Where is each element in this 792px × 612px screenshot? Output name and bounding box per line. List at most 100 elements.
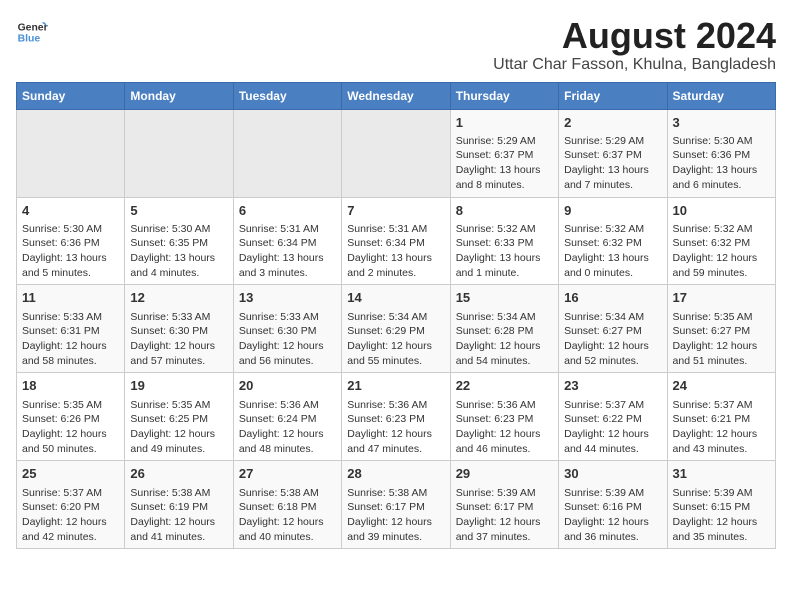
day-content: Sunrise: 5:33 AM Sunset: 6:30 PM Dayligh…	[130, 310, 227, 369]
day-number: 12	[130, 289, 227, 307]
calendar-day-cell: 21 Sunrise: 5:36 AM Sunset: 6:23 PM Dayli…	[342, 373, 450, 461]
day-content: Sunrise: 5:35 AM Sunset: 6:26 PM Dayligh…	[22, 398, 119, 457]
calendar-day-cell: 12 Sunrise: 5:33 AM Sunset: 6:30 PM Dayli…	[125, 285, 233, 373]
day-number: 31	[673, 465, 770, 483]
day-content: Sunrise: 5:31 AM Sunset: 6:34 PM Dayligh…	[239, 222, 336, 281]
day-number: 14	[347, 289, 444, 307]
calendar-day-cell: 13 Sunrise: 5:33 AM Sunset: 6:30 PM Dayli…	[233, 285, 341, 373]
day-number: 28	[347, 465, 444, 483]
calendar-week-row: 25Sunrise: 5:37 AM Sunset: 6:20 PM Dayli…	[17, 461, 776, 549]
day-content: Sunrise: 5:37 AM Sunset: 6:20 PM Dayligh…	[22, 486, 119, 545]
day-number: 9	[564, 202, 661, 220]
day-number: 15	[456, 289, 553, 307]
day-number: 22	[456, 377, 553, 395]
day-number: 3	[673, 114, 770, 132]
day-content: Sunrise: 5:32 AM Sunset: 6:32 PM Dayligh…	[673, 222, 770, 281]
calendar-day-cell: 26 Sunrise: 5:38 AM Sunset: 6:19 PM Dayli…	[125, 461, 233, 549]
calendar-day-cell: 22 Sunrise: 5:36 AM Sunset: 6:23 PM Dayli…	[450, 373, 558, 461]
day-content: Sunrise: 5:35 AM Sunset: 6:27 PM Dayligh…	[673, 310, 770, 369]
weekday-header-thursday: Thursday	[450, 82, 558, 109]
day-number: 26	[130, 465, 227, 483]
day-number: 19	[130, 377, 227, 395]
day-number: 1	[456, 114, 553, 132]
svg-text:General: General	[18, 22, 48, 33]
day-content: Sunrise: 5:37 AM Sunset: 6:22 PM Dayligh…	[564, 398, 661, 457]
day-content: Sunrise: 5:38 AM Sunset: 6:18 PM Dayligh…	[239, 486, 336, 545]
day-content: Sunrise: 5:36 AM Sunset: 6:23 PM Dayligh…	[347, 398, 444, 457]
day-content: Sunrise: 5:38 AM Sunset: 6:19 PM Dayligh…	[130, 486, 227, 545]
weekday-header-wednesday: Wednesday	[342, 82, 450, 109]
logo-icon: General Blue	[16, 16, 48, 48]
calendar-title: August 2024	[493, 16, 776, 56]
calendar-day-cell: 20Sunrise: 5:36 AM Sunset: 6:24 PM Dayli…	[233, 373, 341, 461]
calendar-day-cell: 1 Sunrise: 5:29 AM Sunset: 6:37 PM Daylig…	[450, 109, 558, 197]
calendar-day-cell: 4 Sunrise: 5:30 AM Sunset: 6:36 PM Daylig…	[17, 197, 125, 285]
day-number: 24	[673, 377, 770, 395]
calendar-day-cell: 14 Sunrise: 5:34 AM Sunset: 6:29 PM Dayli…	[342, 285, 450, 373]
weekday-header-tuesday: Tuesday	[233, 82, 341, 109]
calendar-day-cell: 5Sunrise: 5:30 AM Sunset: 6:35 PM Daylig…	[125, 197, 233, 285]
calendar-day-cell: 24 Sunrise: 5:37 AM Sunset: 6:21 PM Dayli…	[667, 373, 775, 461]
day-number: 18	[22, 377, 119, 395]
day-content: Sunrise: 5:30 AM Sunset: 6:36 PM Dayligh…	[22, 222, 119, 281]
calendar-day-cell: 23 Sunrise: 5:37 AM Sunset: 6:22 PM Dayli…	[559, 373, 667, 461]
day-number: 4	[22, 202, 119, 220]
calendar-week-row: 18 Sunrise: 5:35 AM Sunset: 6:26 PM Dayli…	[17, 373, 776, 461]
day-content: Sunrise: 5:35 AM Sunset: 6:25 PM Dayligh…	[130, 398, 227, 457]
day-content: Sunrise: 5:39 AM Sunset: 6:17 PM Dayligh…	[456, 486, 553, 545]
calendar-day-cell: 18 Sunrise: 5:35 AM Sunset: 6:26 PM Dayli…	[17, 373, 125, 461]
calendar-week-row: 1 Sunrise: 5:29 AM Sunset: 6:37 PM Daylig…	[17, 109, 776, 197]
weekday-header-row: SundayMondayTuesdayWednesdayThursdayFrid…	[17, 82, 776, 109]
day-number: 21	[347, 377, 444, 395]
empty-day-cell	[125, 109, 233, 197]
day-content: Sunrise: 5:32 AM Sunset: 6:32 PM Dayligh…	[564, 222, 661, 281]
calendar-day-cell: 11 Sunrise: 5:33 AM Sunset: 6:31 PM Dayli…	[17, 285, 125, 373]
calendar-day-cell: 9 Sunrise: 5:32 AM Sunset: 6:32 PM Daylig…	[559, 197, 667, 285]
calendar-day-cell: 6Sunrise: 5:31 AM Sunset: 6:34 PM Daylig…	[233, 197, 341, 285]
calendar-day-cell: 10 Sunrise: 5:32 AM Sunset: 6:32 PM Dayli…	[667, 197, 775, 285]
day-content: Sunrise: 5:34 AM Sunset: 6:28 PM Dayligh…	[456, 310, 553, 369]
day-number: 29	[456, 465, 553, 483]
calendar-day-cell: 31 Sunrise: 5:39 AM Sunset: 6:15 PM Dayli…	[667, 461, 775, 549]
day-content: Sunrise: 5:36 AM Sunset: 6:23 PM Dayligh…	[456, 398, 553, 457]
day-number: 10	[673, 202, 770, 220]
weekday-header-friday: Friday	[559, 82, 667, 109]
weekday-header-monday: Monday	[125, 82, 233, 109]
day-number: 27	[239, 465, 336, 483]
calendar-day-cell: 27 Sunrise: 5:38 AM Sunset: 6:18 PM Dayli…	[233, 461, 341, 549]
calendar-day-cell: 2Sunrise: 5:29 AM Sunset: 6:37 PM Daylig…	[559, 109, 667, 197]
day-number: 23	[564, 377, 661, 395]
calendar-day-cell: 16Sunrise: 5:34 AM Sunset: 6:27 PM Dayli…	[559, 285, 667, 373]
day-number: 17	[673, 289, 770, 307]
day-number: 7	[347, 202, 444, 220]
day-content: Sunrise: 5:34 AM Sunset: 6:29 PM Dayligh…	[347, 310, 444, 369]
day-content: Sunrise: 5:29 AM Sunset: 6:37 PM Dayligh…	[456, 134, 553, 193]
calendar-subtitle: Uttar Char Fasson, Khulna, Bangladesh	[493, 56, 776, 74]
day-number: 11	[22, 289, 119, 307]
title-block: August 2024 Uttar Char Fasson, Khulna, B…	[493, 16, 776, 74]
empty-day-cell	[342, 109, 450, 197]
calendar-day-cell: 29 Sunrise: 5:39 AM Sunset: 6:17 PM Dayli…	[450, 461, 558, 549]
day-content: Sunrise: 5:33 AM Sunset: 6:31 PM Dayligh…	[22, 310, 119, 369]
calendar-table: SundayMondayTuesdayWednesdayThursdayFrid…	[16, 82, 776, 550]
day-content: Sunrise: 5:31 AM Sunset: 6:34 PM Dayligh…	[347, 222, 444, 281]
day-content: Sunrise: 5:32 AM Sunset: 6:33 PM Dayligh…	[456, 222, 553, 281]
svg-text:Blue: Blue	[18, 34, 41, 45]
day-content: Sunrise: 5:30 AM Sunset: 6:36 PM Dayligh…	[673, 134, 770, 193]
calendar-day-cell: 28Sunrise: 5:38 AM Sunset: 6:17 PM Dayli…	[342, 461, 450, 549]
day-content: Sunrise: 5:29 AM Sunset: 6:37 PM Dayligh…	[564, 134, 661, 193]
day-content: Sunrise: 5:33 AM Sunset: 6:30 PM Dayligh…	[239, 310, 336, 369]
calendar-day-cell: 3 Sunrise: 5:30 AM Sunset: 6:36 PM Daylig…	[667, 109, 775, 197]
weekday-header-saturday: Saturday	[667, 82, 775, 109]
empty-day-cell	[17, 109, 125, 197]
logo: General Blue	[16, 16, 48, 48]
calendar-day-cell: 30Sunrise: 5:39 AM Sunset: 6:16 PM Dayli…	[559, 461, 667, 549]
day-number: 13	[239, 289, 336, 307]
calendar-week-row: 11 Sunrise: 5:33 AM Sunset: 6:31 PM Dayli…	[17, 285, 776, 373]
calendar-week-row: 4 Sunrise: 5:30 AM Sunset: 6:36 PM Daylig…	[17, 197, 776, 285]
calendar-day-cell: 15 Sunrise: 5:34 AM Sunset: 6:28 PM Dayli…	[450, 285, 558, 373]
page-header: General Blue August 2024 Uttar Char Fass…	[16, 16, 776, 74]
day-content: Sunrise: 5:39 AM Sunset: 6:15 PM Dayligh…	[673, 486, 770, 545]
day-content: Sunrise: 5:36 AM Sunset: 6:24 PM Dayligh…	[239, 398, 336, 457]
day-content: Sunrise: 5:37 AM Sunset: 6:21 PM Dayligh…	[673, 398, 770, 457]
